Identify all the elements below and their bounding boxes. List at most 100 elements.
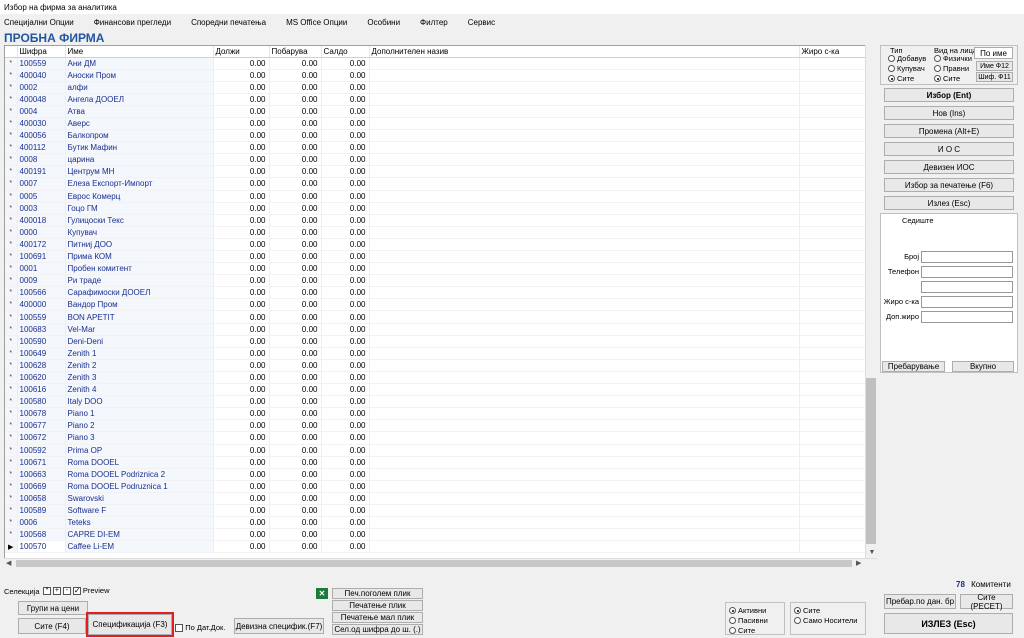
search-button[interactable]: Пребарување [882,361,945,372]
cell-extra-name[interactable] [369,117,800,131]
detail-field-input[interactable] [921,311,1013,323]
row-indicator[interactable]: * [5,165,18,179]
cell-credit[interactable]: 0.00 [269,141,322,155]
row-indicator[interactable]: * [5,81,18,94]
cell-code[interactable]: 100589 [17,504,66,518]
cell-name[interactable]: Бутик Мафин [65,141,214,155]
cell-code[interactable]: 100672 [17,431,66,445]
cell-account[interactable] [799,226,868,239]
name-f12-button[interactable]: Име Ф12 [976,61,1013,71]
cell-code[interactable]: 100671 [17,456,66,469]
row-indicator[interactable]: * [5,504,18,518]
cell-code[interactable]: 100649 [17,347,66,360]
cell-name[interactable]: Zenith 1 [65,347,214,360]
cell-account[interactable] [799,93,868,106]
row-indicator[interactable]: * [5,371,18,385]
cell-name[interactable]: Zenith 4 [65,383,214,397]
cell-credit[interactable]: 0.00 [269,105,322,118]
all-reset-button[interactable]: Сите (РЕСЕТ) [960,593,1013,611]
cell-balance[interactable]: 0.00 [321,238,370,252]
row-indicator[interactable]: * [5,310,18,324]
cell-extra-name[interactable] [369,335,800,348]
cell-credit[interactable]: 0.00 [269,468,322,481]
cell-name[interactable]: алфи [65,81,214,94]
type-radio-icon[interactable] [888,55,895,63]
cell-code[interactable]: 100590 [17,335,66,348]
cell-balance[interactable]: 0.00 [321,117,370,131]
cell-credit[interactable]: 0.00 [269,226,322,239]
cell-code[interactable]: 400048 [17,93,66,106]
cell-balance[interactable]: 0.00 [321,81,370,94]
cell-name[interactable]: Елеза Експорт-Импорт [65,177,214,191]
cell-balance[interactable]: 0.00 [321,456,370,469]
cell-balance[interactable]: 0.00 [321,250,370,264]
preview-checkbox[interactable] [72,586,81,596]
cell-debit[interactable]: 0.00 [213,395,270,409]
cell-account[interactable] [799,431,868,445]
cell-credit[interactable]: 0.00 [269,335,322,348]
cell-debit[interactable]: 0.00 [213,141,270,155]
row-indicator[interactable]: * [5,214,18,227]
cell-debit[interactable]: 0.00 [213,323,270,336]
cell-debit[interactable]: 0.00 [213,347,270,360]
cell-account[interactable] [799,129,868,143]
cell-balance[interactable]: 0.00 [321,69,370,82]
cell-account[interactable] [799,153,868,167]
cell-balance[interactable]: 0.00 [321,335,370,348]
cell-credit[interactable]: 0.00 [269,371,322,385]
row-indicator[interactable]: * [5,359,18,372]
detail-field-input[interactable] [921,296,1013,308]
cell-debit[interactable]: 0.00 [213,492,270,505]
cell-extra-name[interactable] [369,407,800,421]
cell-extra-name[interactable] [369,528,800,542]
column-header-credit[interactable]: Побарува [269,46,322,58]
cell-extra-name[interactable] [369,274,800,288]
scroll-down-icon[interactable]: ▼ [867,547,877,557]
cell-account[interactable] [799,286,868,300]
horizontal-scroll-thumb[interactable] [16,560,852,567]
cell-code[interactable]: 400000 [17,298,66,312]
cell-name[interactable]: Ри траде [65,274,214,288]
table-row[interactable]: * 100589 Software F 0.00 0.00 0.00 [5,504,868,518]
cell-balance[interactable]: 0.00 [321,226,370,239]
cell-name[interactable]: Гулицоски Текс [65,214,214,227]
row-indicator[interactable]: * [5,238,18,252]
cell-account[interactable] [799,371,868,385]
cell-name[interactable]: Ани ДМ [65,57,214,70]
cell-name[interactable]: Roma DOOEL Podruznica 1 [65,480,214,493]
menu-item-5[interactable]: Филтер [420,18,448,27]
cell-code[interactable]: 0005 [17,190,66,203]
row-indicator[interactable]: * [5,431,18,445]
cell-extra-name[interactable] [369,492,800,505]
cell-account[interactable] [799,190,868,203]
cell-extra-name[interactable] [369,480,800,493]
status-radio-icon[interactable] [729,617,736,625]
row-indicator[interactable]: * [5,93,18,106]
row-indicator[interactable]: * [5,141,18,155]
row-indicator[interactable]: * [5,250,18,264]
selection-add-icon[interactable]: + [52,587,61,596]
cell-name[interactable]: Аноски Пром [65,69,214,82]
table-row[interactable]: * 100590 Deni-Deni 0.00 0.00 0.00 [5,335,868,348]
code-f11-button[interactable]: Шиф. Ф11 [976,72,1013,82]
cell-credit[interactable]: 0.00 [269,69,322,82]
cell-debit[interactable]: 0.00 [213,238,270,252]
row-indicator[interactable]: * [5,286,18,300]
cell-code[interactable]: 400191 [17,165,66,179]
table-row[interactable]: * 0000 Купувач 0.00 0.00 0.00 [5,226,868,239]
total-button[interactable]: Вкупно [952,361,1014,372]
cell-credit[interactable]: 0.00 [269,492,322,505]
cell-credit[interactable]: 0.00 [269,383,322,397]
table-row[interactable]: * 100669 Roma DOOEL Podruznica 1 0.00 0.00 0.… [5,480,868,493]
exit-esc-button[interactable]: Излез (Esc) [884,196,1014,210]
cell-extra-name[interactable] [369,298,800,312]
cell-code[interactable]: 0002 [17,81,66,94]
cell-balance[interactable]: 0.00 [321,528,370,542]
cell-credit[interactable]: 0.00 [269,504,322,518]
cell-balance[interactable]: 0.00 [321,105,370,118]
cell-debit[interactable]: 0.00 [213,383,270,397]
type-option-2[interactable]: Сите [888,74,926,84]
vertical-scroll-thumb[interactable] [866,378,876,544]
carrier-radio-icon[interactable] [794,607,801,615]
cell-account[interactable] [799,165,868,179]
